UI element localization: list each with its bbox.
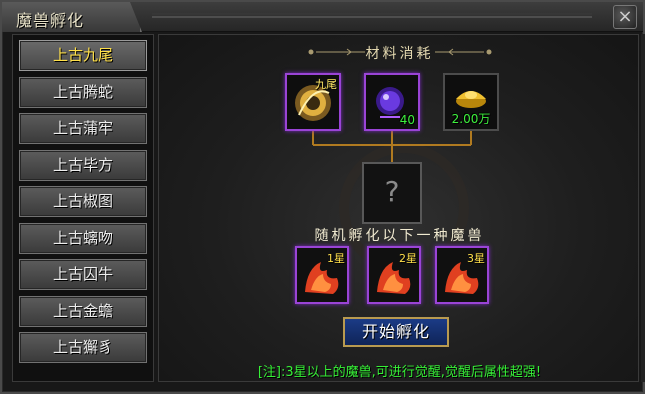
start-hatch-button[interactable]: 开始孵化 xyxy=(343,317,449,347)
scrollbar[interactable] xyxy=(641,34,645,382)
star-tag-1: 1星 xyxy=(327,252,345,265)
hatch-result-slot[interactable]: ? xyxy=(362,162,422,224)
title-bar[interactable]: 魔兽孵化 × xyxy=(2,2,643,32)
star-tag-2: 2星 xyxy=(399,252,417,265)
beast-list-item[interactable]: 上古椒图 xyxy=(19,186,147,217)
beast-material-slot[interactable]: 九尾 xyxy=(285,73,341,131)
close-button[interactable]: × xyxy=(613,5,637,29)
hatch-panel: 材料消耗 九尾 40 2.00万 ? 随机孵化以下一种魔兽 1星 2星 3星 开… xyxy=(158,34,639,382)
window-title: 魔兽孵化 xyxy=(16,11,85,30)
star-tag-3: 3星 xyxy=(467,252,485,265)
gold-material-slot[interactable]: 2.00万 xyxy=(443,73,499,131)
hatch-window: 魔兽孵化 × 上古九尾 上古腾蛇 上古蒲牢 上古毕方 上古椒图 上古螭吻 上古囚牛 上古金蟾上… xyxy=(0,0,645,394)
random-hatch-label: 随机孵化以下一种魔兽 xyxy=(314,228,485,244)
beast-list-item[interactable]: 上古螭吻 xyxy=(19,222,147,254)
beast-list-item[interactable]: 上古九尾 xyxy=(19,40,147,71)
crystal-count: 40 xyxy=(399,113,415,127)
beast-list-item[interactable]: 上古蒲牢 xyxy=(19,113,147,144)
beast-list-item[interactable]: 上古腾蛇 xyxy=(19,76,147,108)
gold-cost: 2.00万 xyxy=(451,112,491,126)
beast-list-item[interactable]: 上古金蟾 xyxy=(19,295,147,327)
beast-list[interactable]: 上古九尾上古腾蛇上古蒲牢上古毕方上古椒图上古螭吻上古囚牛上古金蟾上古獬豸 xyxy=(12,34,154,382)
beast-list-item[interactable]: 上古獬豸 xyxy=(19,332,147,363)
beast-egg-slot-1[interactable]: 1星 xyxy=(295,246,349,304)
title-ornament xyxy=(152,13,592,18)
beast-list-item[interactable]: 上古毕方 xyxy=(19,149,147,181)
beast-material-tag: 九尾 xyxy=(315,78,337,91)
beast-egg-slot-2[interactable]: 2星 xyxy=(367,246,421,304)
beast-list-item[interactable]: 上古囚牛 xyxy=(19,259,147,290)
awakening-note: [注]:3星以上的魔兽,可进行觉醒,觉醒后属性超强! xyxy=(257,365,542,380)
crystal-material-slot[interactable]: 40 xyxy=(364,73,420,131)
beast-egg-slot-3[interactable]: 3星 xyxy=(435,246,489,304)
